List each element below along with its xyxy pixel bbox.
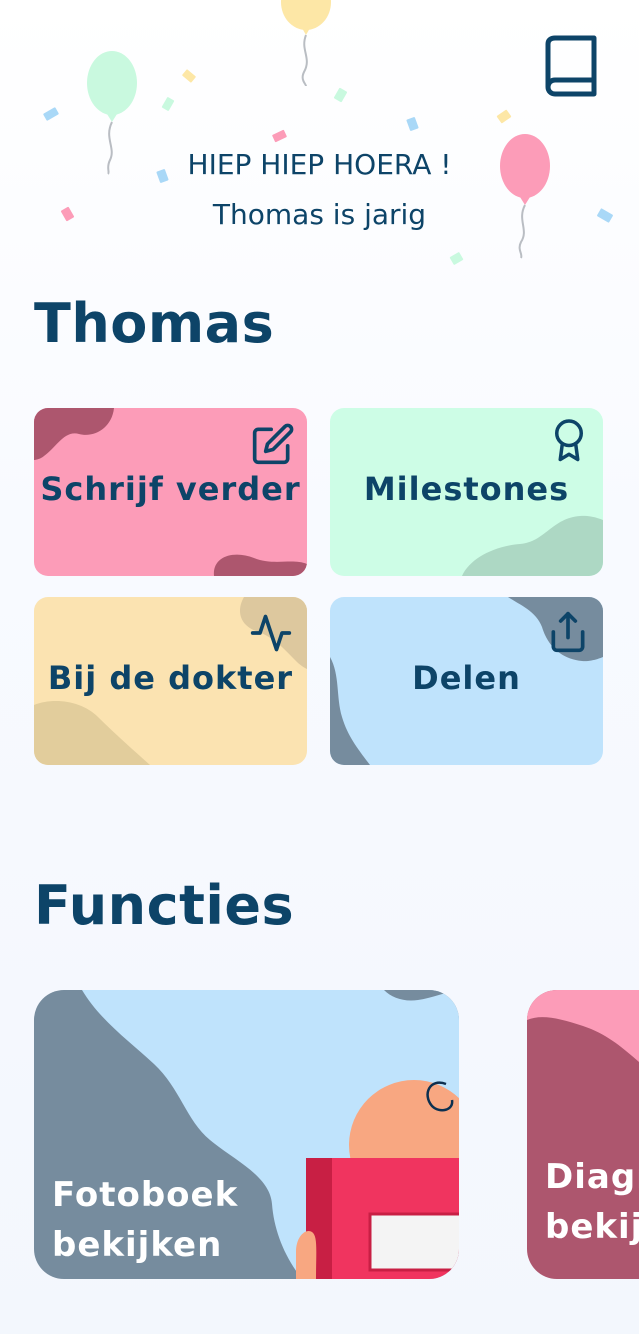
feature-label-line: Fotoboek [52,1175,239,1215]
tile-milestones[interactable]: Milestones [330,408,603,576]
confetti [161,96,175,112]
tile-label: Schrijf verder [40,470,301,508]
confetti [181,69,197,83]
birthday-greeting: HIEP HIEP HOERA ! [187,148,452,181]
tile-schrijf-verder[interactable]: Schrijf verder [34,408,307,576]
confetti [496,109,512,124]
confetti [406,116,419,132]
tile-label: Milestones [363,470,570,508]
feature-label-line: bekijk [545,1207,639,1247]
birthday-subtitle: Thomas is jarig [212,198,427,231]
confetti [42,107,60,121]
award-icon [555,419,583,462]
section-title-functies: Functies [34,874,295,937]
book-icon[interactable] [540,34,600,100]
activity-icon [250,614,292,652]
tile-bij-de-dokter[interactable]: Bij de dokter [34,597,307,765]
tile-label: Bij de dokter [47,659,294,697]
tile-label: Delen [412,659,521,697]
confetti [333,87,348,103]
tile-delen[interactable]: Delen [330,597,603,765]
profile-name: Thomas [34,292,275,355]
feature-label-line: bekijken [52,1225,223,1265]
confetti [271,129,288,143]
edit-icon [252,423,294,465]
feature-label-line: Diagr [545,1157,639,1197]
feature-label: Fotoboek bekijken [52,1170,238,1270]
balloon-yellow-icon [281,0,331,87]
feature-label: Diagr bekijk [545,1152,639,1252]
feature-card-diagram[interactable]: Diagr bekijk [527,990,639,1279]
feature-card-fotoboek[interactable]: Fotoboek bekijken [34,990,459,1279]
share-icon [551,611,585,653]
confetti [449,251,464,266]
